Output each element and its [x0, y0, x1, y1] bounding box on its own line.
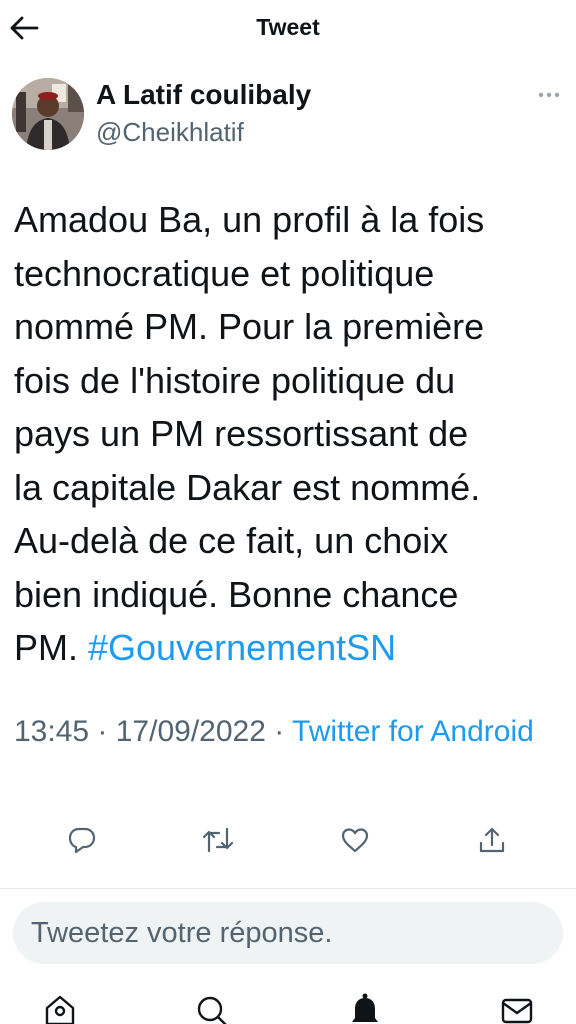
hashtag-link[interactable]: #GouvernementSN — [88, 627, 396, 668]
avatar-photo — [12, 78, 84, 150]
tweet-line: Amadou Ba, un profil à la fois — [14, 199, 485, 240]
search-icon — [197, 996, 227, 1024]
tweet-line: fois de l'histoire politique du — [14, 359, 456, 401]
tweet-text: Amadou Ba, un profil à la fois technocra… — [14, 193, 564, 675]
retweet-icon — [202, 827, 234, 853]
more-options-button[interactable] — [532, 84, 566, 106]
like-icon — [341, 828, 369, 853]
nav-notifications[interactable] — [343, 992, 387, 1024]
tweet-line: technocratique et politique — [14, 252, 435, 294]
tweet-line: bien indiqué. Bonne chance — [14, 573, 459, 615]
tweet-line: nommé PM. Pour la première — [14, 306, 485, 347]
tweet-last-line: PM. #GouvernementSN — [14, 621, 564, 675]
like-button[interactable] — [333, 818, 377, 862]
page-title: Tweet — [256, 14, 320, 40]
tweet-line-prefix: PM. — [14, 627, 89, 668]
top-bar: Tweet — [0, 0, 576, 56]
retweet-button[interactable] — [196, 818, 240, 862]
share-icon — [479, 827, 505, 853]
nav-search[interactable] — [190, 992, 234, 1024]
tweet-line: pays un PM ressortissant de — [14, 413, 469, 454]
nav-home[interactable] — [38, 992, 82, 1024]
divider — [0, 888, 576, 889]
nav-messages[interactable] — [495, 992, 539, 1024]
tweet-source-link[interactable]: Twitter for Android — [292, 715, 534, 748]
meta-separator: · — [265, 715, 293, 748]
avatar[interactable] — [12, 78, 84, 150]
tweet-actions-bar — [0, 818, 576, 862]
tweet-time: 13:45 — [14, 715, 90, 748]
reply-icon — [68, 827, 96, 854]
more-horizontal-icon — [538, 92, 560, 98]
author-name[interactable]: A Latif coulibaly — [96, 79, 311, 111]
bottom-nav — [0, 988, 576, 1024]
reply-box — [13, 902, 563, 964]
notifications-icon — [352, 993, 378, 1022]
tweet-date: 17/09/2022 — [115, 715, 266, 748]
reply-button[interactable] — [60, 818, 104, 862]
share-button[interactable] — [470, 818, 514, 862]
meta-separator: · — [89, 715, 116, 748]
tweet-meta: 13:45 · 17/09/2022 · Twitter for Android — [14, 712, 564, 752]
tweet-detail-screen: Tweet A Latif coulibaly @Cheikhlatif Ama… — [0, 0, 576, 1024]
messages-icon — [501, 998, 533, 1024]
home-icon — [45, 995, 75, 1024]
tweet-line: Au-delà de ce fait, un choix — [14, 520, 449, 561]
reply-input[interactable] — [13, 902, 563, 964]
tweet-line: la capitale Dakar est nommé. — [14, 466, 481, 508]
author-handle[interactable]: @Cheikhlatif — [96, 117, 244, 148]
